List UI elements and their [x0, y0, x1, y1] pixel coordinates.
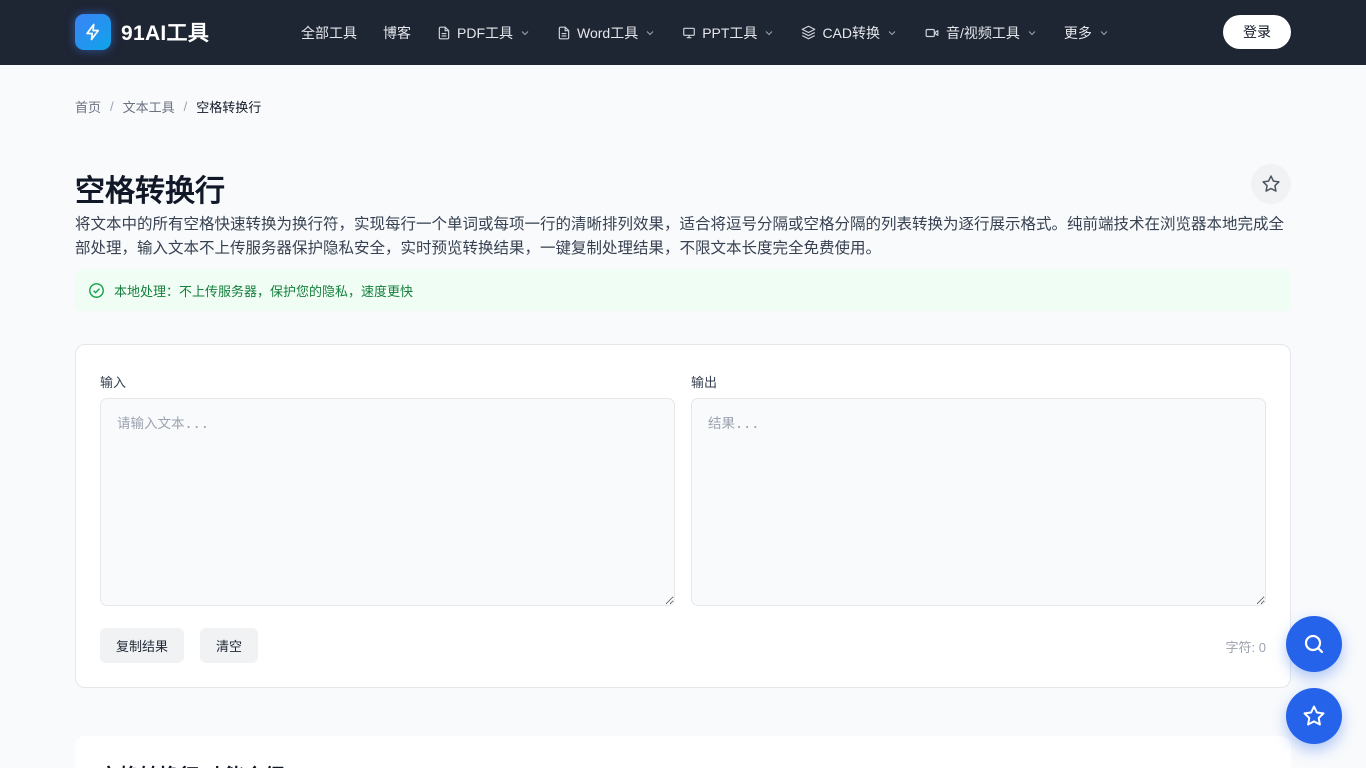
- page-description: 将文本中的所有空格快速转换为换行符，实现每行一个单词或每项一行的清晰排列效果，适…: [75, 216, 1285, 257]
- chevron-down-icon: [519, 27, 531, 39]
- main-nav: 全部工具 博客 PDF工具 Word工具 PPT工具 CAD转换 音/视频工具: [301, 0, 1110, 65]
- lightning-icon: [75, 14, 111, 50]
- breadcrumb-separator: /: [183, 99, 188, 114]
- clear-button[interactable]: 清空: [200, 628, 259, 663]
- page-title: 空格转换行: [75, 175, 225, 208]
- output-label: 输出: [691, 375, 718, 390]
- nav-label: 博客: [383, 24, 411, 41]
- favorites-fab[interactable]: [1286, 688, 1342, 744]
- input-label: 输入: [100, 375, 127, 390]
- breadcrumb-home[interactable]: 首页: [75, 97, 101, 116]
- breadcrumb-current: 空格转换行: [196, 100, 262, 115]
- nav-label: PPT工具: [702, 24, 758, 41]
- video-icon: [924, 26, 940, 40]
- chevron-down-icon: [1098, 27, 1110, 39]
- output-textarea[interactable]: [691, 398, 1266, 606]
- nav-blog[interactable]: 博客: [383, 0, 411, 65]
- section-title: 空格转换行 功能介绍: [99, 760, 285, 768]
- feature-intro-section: 空格转换行 功能介绍: [75, 736, 1291, 768]
- breadcrumb: 首页 / 文本工具 / 空格转换行: [75, 97, 261, 116]
- brand-logo[interactable]: 91AI工具: [75, 14, 209, 50]
- local-processing-text: 本地处理：不上传服务器，保护您的隐私，速度更快: [114, 283, 414, 299]
- nav-label: 全部工具: [301, 24, 357, 41]
- breadcrumb-category[interactable]: 文本工具: [123, 97, 175, 116]
- search-icon: [1302, 632, 1326, 656]
- nav-label: Word工具: [577, 24, 639, 41]
- nav-all-tools[interactable]: 全部工具: [301, 0, 357, 65]
- nav-word-tools[interactable]: Word工具: [557, 0, 656, 65]
- chevron-down-icon: [644, 27, 656, 39]
- presentation-icon: [682, 26, 696, 40]
- nav-ppt-tools[interactable]: PPT工具: [682, 0, 775, 65]
- nav-av-tools[interactable]: 音/视频工具: [924, 0, 1038, 65]
- input-textarea[interactable]: [100, 398, 675, 606]
- check-circle-icon: [88, 282, 105, 299]
- local-processing-notice: 本地处理：不上传服务器，保护您的隐私，速度更快: [75, 269, 1291, 311]
- nav-label: PDF工具: [457, 24, 513, 41]
- nav-cad-convert[interactable]: CAD转换: [801, 0, 898, 65]
- file-icon: [437, 26, 451, 40]
- chevron-down-icon: [763, 27, 775, 39]
- login-button[interactable]: 登录: [1223, 15, 1291, 49]
- star-outline-icon: [1261, 174, 1281, 194]
- char-count: 字符: 0: [1225, 640, 1266, 655]
- favorite-button[interactable]: [1251, 164, 1291, 204]
- top-navbar: 91AI工具 全部工具 博客 PDF工具 Word工具 PPT工具 CAD转换: [0, 0, 1366, 65]
- brand-name: 91AI工具: [121, 22, 210, 45]
- nav-more[interactable]: 更多: [1064, 0, 1110, 65]
- nav-label: 更多: [1063, 24, 1092, 41]
- chevron-down-icon: [1026, 27, 1038, 39]
- star-icon: [1302, 704, 1326, 728]
- breadcrumb-separator: /: [110, 99, 114, 114]
- chevron-down-icon: [886, 27, 898, 39]
- layers-icon: [801, 25, 816, 40]
- tool-card: 输入 输出 复制结果 清空 字符: 0: [75, 344, 1291, 688]
- copy-result-button[interactable]: 复制结果: [100, 628, 185, 663]
- nav-label: 音/视频工具: [946, 24, 1020, 41]
- nav-pdf-tools[interactable]: PDF工具: [437, 0, 531, 65]
- nav-label: CAD转换: [822, 24, 880, 41]
- search-fab[interactable]: [1286, 616, 1342, 672]
- file-icon: [557, 26, 571, 40]
